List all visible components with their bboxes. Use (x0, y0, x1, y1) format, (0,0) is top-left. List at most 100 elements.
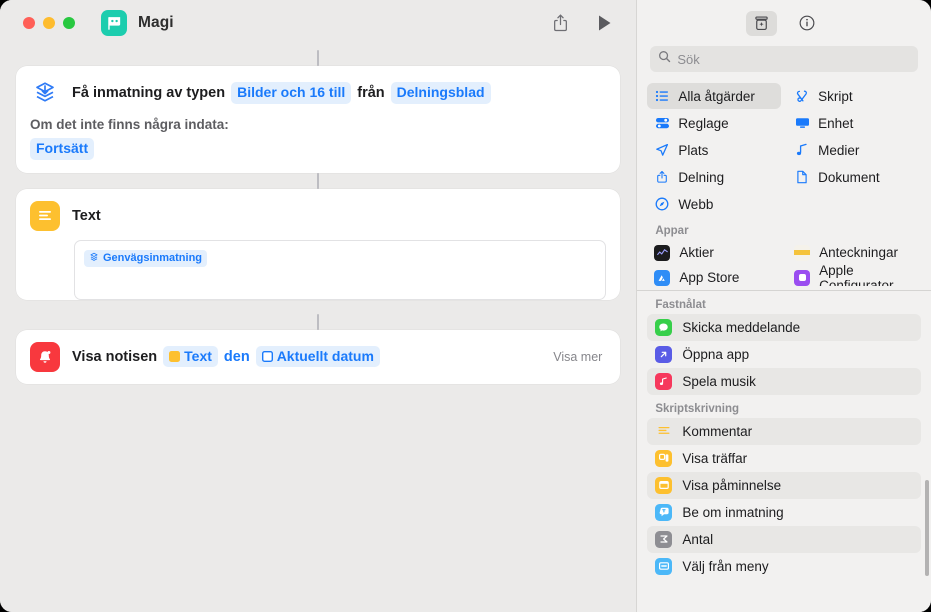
shortcut-glyph-icon[interactable] (101, 10, 127, 36)
location-icon (654, 143, 670, 157)
category-dokument[interactable]: Dokument (787, 164, 921, 190)
no-input-behavior-token[interactable]: Fortsätt (30, 138, 95, 160)
list-item-label: Välj från meny (682, 558, 769, 574)
show-more-button[interactable]: Visa mer (553, 350, 606, 364)
action-header: Få inmatning av typen Bilder och 16 till… (16, 66, 620, 108)
show-alert-icon (655, 476, 673, 494)
list-item[interactable]: Antal (647, 525, 921, 553)
connector-line (317, 172, 320, 189)
action-header: Text (16, 189, 620, 231)
category-label: Delning (678, 169, 725, 185)
list-item[interactable]: Skicka meddelande (647, 313, 921, 341)
app-item-anteckningar[interactable]: Anteckningar (787, 240, 921, 265)
list-item-label: Kommentar (682, 423, 753, 439)
apple-configurator-icon (794, 269, 811, 286)
list-item-label: Visa påminnelse (682, 477, 782, 493)
list-item[interactable]: Visa påminnelse (647, 471, 921, 499)
action-card-text[interactable]: Text Genvägsinmatning (16, 188, 621, 300)
category-webb[interactable]: Webb (647, 191, 781, 217)
list-item[interactable]: Välj från meny (647, 553, 921, 580)
action-library-pane: Sök Alla åtgärder Skript Reglage Enhet P… (636, 0, 931, 612)
action-card-show-notification[interactable]: Visa notisen Text den Aktuellt datum Vis… (16, 329, 621, 384)
search-field[interactable]: Sök (650, 46, 918, 72)
device-icon (794, 116, 810, 130)
no-input-label: Om det inte finns några indata: (30, 117, 229, 132)
app-item-app-store[interactable]: App Store (647, 265, 781, 286)
category-enhet[interactable]: Enhet (787, 110, 921, 136)
text-variable-token[interactable]: Text (163, 345, 218, 368)
action-phrase: Visa notisen Text den Aktuellt datum (72, 345, 380, 368)
category-skript[interactable]: Skript (787, 83, 921, 109)
shortcut-input-variable-token[interactable]: Genvägsinmatning (84, 249, 208, 268)
shortcuts-window: Magi Få inmatning av typen Bilder och 16… (0, 0, 931, 612)
category-delning[interactable]: Delning (647, 164, 781, 190)
count-icon (655, 530, 673, 548)
stocks-app-icon (654, 244, 671, 261)
share-icon (654, 170, 670, 184)
share-icon[interactable] (552, 13, 569, 33)
category-label: Medier (818, 142, 860, 158)
choose-from-menu-icon (655, 557, 673, 575)
zoom-button[interactable] (63, 17, 75, 29)
shortcut-editor-pane: Magi Få inmatning av typen Bilder och 16… (0, 0, 637, 612)
controls-icon (654, 116, 670, 130)
app-item-apple-configurator[interactable]: Apple Configurator (787, 262, 921, 287)
list-item[interactable]: Öppna app (647, 341, 921, 368)
app-store-icon (654, 269, 671, 286)
list-item[interactable]: Visa träffar (647, 445, 921, 472)
list-item-label: Skicka meddelande (682, 319, 801, 335)
open-app-icon (655, 345, 673, 363)
info-button[interactable] (791, 11, 822, 36)
connector-line (317, 50, 320, 66)
phrase-word: Visa notisen (72, 348, 158, 365)
category-label: Alla åtgärder (678, 88, 755, 104)
app-label: Apple Configurator (819, 262, 894, 287)
minimize-button[interactable] (43, 17, 55, 29)
category-grid: Alla åtgärder Skript Reglage Enhet Plats… (637, 81, 931, 217)
app-label: Anteckningar (819, 245, 898, 260)
section-header-appar: Appar (655, 225, 689, 237)
script-icon (794, 89, 810, 103)
section-header-skriptskrivning: Skriptskrivning (655, 402, 740, 415)
phrase-word: från (357, 85, 385, 101)
text-input-field[interactable]: Genvägsinmatning (74, 239, 607, 300)
window-titlebar: Magi (0, 0, 637, 46)
list-item-label: Antal (682, 531, 714, 547)
list-item-label: Spela musik (682, 373, 756, 389)
app-item-aktier[interactable]: Aktier (647, 240, 781, 265)
library-toolbar (637, 0, 931, 46)
phrase-word: Få inmatning av typen (72, 85, 226, 101)
library-scrollbar[interactable] (925, 480, 929, 576)
traffic-light-buttons[interactable] (23, 17, 75, 29)
list-item[interactable]: Spela musik (647, 367, 921, 395)
current-date-token[interactable]: Aktuellt datum (255, 345, 380, 368)
input-type-token[interactable]: Bilder och 16 till (231, 82, 352, 104)
list-item[interactable]: Be om inmatning (647, 499, 921, 526)
app-label: Aktier (679, 245, 714, 260)
comment-icon (655, 423, 672, 440)
list-item[interactable]: Kommentar (647, 417, 921, 445)
close-button[interactable] (23, 17, 35, 29)
search-icon (658, 50, 671, 68)
shortcut-input-icon (30, 78, 60, 108)
action-library-button[interactable] (746, 10, 778, 36)
notes-app-icon (794, 244, 811, 261)
apps-section: Aktier Anteckningar App Store Apple Conf… (637, 240, 931, 286)
action-phrase: Få inmatning av typen Bilder och 16 till… (72, 82, 491, 104)
web-compass-icon (654, 197, 670, 211)
category-plats[interactable]: Plats (647, 137, 781, 163)
connector-line (317, 313, 320, 330)
category-reglage[interactable]: Reglage (647, 110, 781, 136)
category-alla-atgarder[interactable]: Alla åtgärder (647, 83, 782, 109)
input-source-token[interactable]: Delningsblad (390, 82, 491, 104)
messages-icon (655, 318, 673, 336)
app-label: App Store (679, 270, 740, 285)
play-icon[interactable] (597, 14, 612, 32)
category-label: Dokument (818, 169, 880, 185)
shortcut-input-icon (89, 252, 99, 266)
action-card-receive-input[interactable]: Få inmatning av typen Bilder och 16 till… (16, 66, 621, 173)
category-medier[interactable]: Medier (787, 137, 921, 163)
search-container: Sök (637, 46, 931, 81)
token-label: Text (184, 347, 212, 364)
apps-row: Aktier Anteckningar (647, 240, 921, 265)
